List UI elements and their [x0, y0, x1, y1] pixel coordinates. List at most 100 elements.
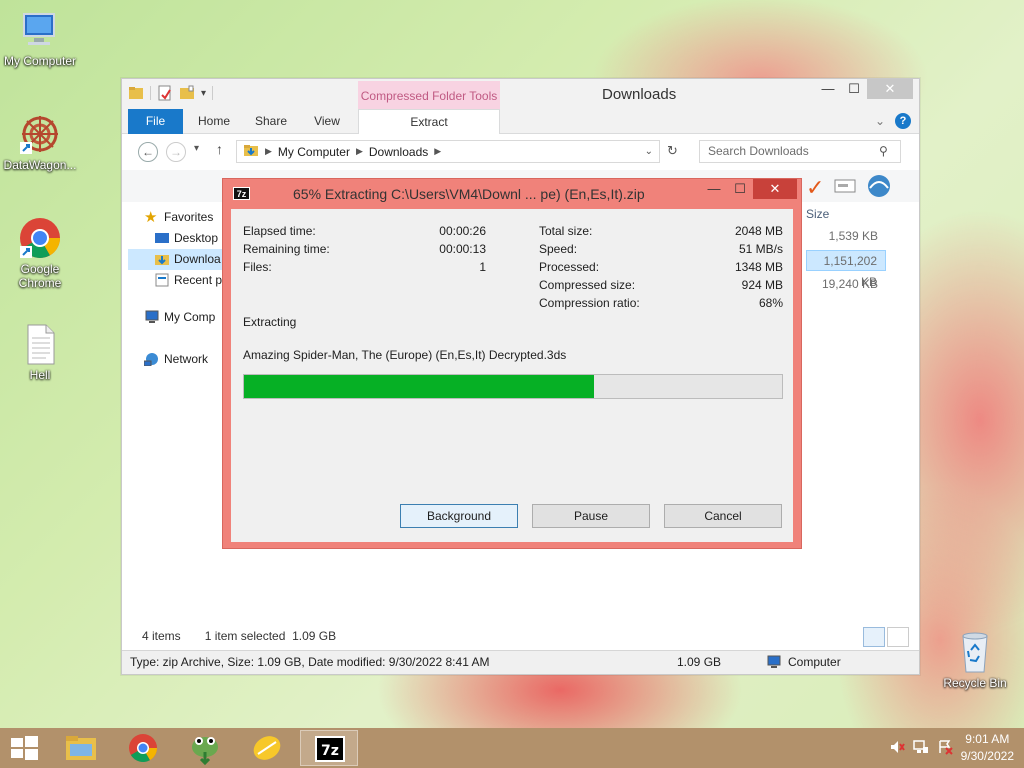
system-tray: 9:01 AM 9/30/2022	[889, 731, 1014, 765]
network-icon[interactable]	[912, 739, 929, 758]
properties-icon[interactable]	[157, 85, 173, 101]
tab-share[interactable]: Share	[246, 109, 296, 134]
address-row: ← → ▾ ↑ ▶ My Computer ▶ Downloads ▶ ⌄ ↻ …	[122, 134, 919, 170]
search-input[interactable]: Search Downloads	[699, 140, 901, 163]
details-bar: Type: zip Archive, Size: 1.09 GB, Date m…	[122, 650, 919, 674]
refresh-icon[interactable]: ↻	[667, 143, 678, 159]
minimize-button[interactable]: —	[701, 179, 727, 199]
speed-value: 51 MB/s	[738, 242, 783, 256]
window-title: Downloads	[602, 86, 677, 103]
background-button[interactable]: Background	[400, 504, 518, 528]
taskbar-frog-app[interactable]	[176, 730, 234, 766]
separator	[150, 86, 151, 100]
new-folder-icon[interactable]	[179, 85, 195, 101]
recent-locations-icon[interactable]: ▾	[194, 143, 199, 154]
folder-icon	[243, 143, 259, 160]
tab-view[interactable]: View	[304, 109, 350, 134]
clock-time: 9:01 AM	[965, 732, 1010, 746]
clock[interactable]: 9:01 AM 9/30/2022	[961, 731, 1014, 765]
taskbar-file-explorer[interactable]	[52, 730, 110, 766]
separator	[212, 86, 214, 100]
explorer-titlebar[interactable]: ▾ Compressed Folder Tools Downloads — ☐ …	[122, 79, 919, 109]
downloads-folder-icon	[154, 252, 170, 267]
size-column-header[interactable]: Size	[806, 207, 886, 223]
elapsed-time-label: Elapsed time:	[243, 224, 316, 238]
breadcrumb-downloads[interactable]: Downloads	[369, 145, 428, 159]
remaining-time-label: Remaining time:	[243, 242, 330, 256]
maximize-button[interactable]: ☐	[841, 79, 867, 99]
recycle-bin-icon	[953, 630, 997, 674]
processed-value: 1348 MB	[734, 260, 783, 274]
expand-ribbon-icon[interactable]: ⌄	[875, 114, 885, 128]
7zip-icon: 7z	[315, 736, 345, 762]
total-size-value: 2048 MB	[734, 224, 783, 238]
quick-access-toolbar: ▾	[128, 85, 214, 101]
breadcrumb-my-computer[interactable]: My Computer	[278, 145, 350, 159]
taskbar-lemon-app[interactable]	[238, 730, 296, 766]
chrome-icon	[18, 216, 62, 260]
close-button[interactable]: ✕	[753, 179, 797, 199]
tab-home[interactable]: Home	[190, 109, 238, 134]
file-size: 1.09 GB	[677, 655, 722, 669]
folder-icon[interactable]	[128, 85, 144, 101]
properties-shell-icon[interactable]	[866, 174, 892, 201]
rename-icon[interactable]	[834, 178, 856, 197]
clock-date: 9/30/2022	[960, 749, 1014, 763]
details-view-icon[interactable]	[863, 627, 885, 647]
taskbar-chrome[interactable]	[114, 730, 172, 766]
desktop-icon-recycle-bin[interactable]: Recycle Bin	[935, 630, 1015, 690]
address-bar[interactable]: ▶ My Computer ▶ Downloads ▶ ⌄	[236, 140, 660, 163]
speed-label: Speed:	[539, 242, 578, 256]
compression-ratio-value: 68%	[758, 296, 783, 310]
svg-text:7z: 7z	[321, 743, 339, 759]
customize-dropdown-icon[interactable]: ▾	[201, 88, 206, 99]
desktop-icon-hell[interactable]: Hell	[0, 322, 80, 382]
up-arrow-icon[interactable]: ↑	[216, 141, 223, 157]
checkmark-icon[interactable]: ✓	[806, 175, 824, 201]
start-button[interactable]	[0, 728, 48, 768]
large-icons-view-icon[interactable]	[887, 627, 909, 647]
dialog-titlebar[interactable]: 7z 65% Extracting C:\Users\VM4\Downl ...…	[223, 179, 801, 208]
compressed-size-value: 924 MB	[741, 278, 783, 292]
compressed-folder-tools-header: Compressed Folder Tools	[358, 81, 500, 109]
location-label: Computer	[788, 655, 841, 669]
dialog-body: Elapsed time: Remaining time: Files: 00:…	[231, 209, 793, 542]
7zip-logo-icon: 7z	[233, 187, 250, 200]
total-size-label: Total size:	[539, 224, 593, 238]
back-button[interactable]: ←	[138, 142, 158, 162]
nav-label: Desktop	[174, 231, 219, 245]
minimize-button[interactable]: —	[815, 79, 841, 99]
forward-button[interactable]: →	[166, 142, 186, 162]
close-button[interactable]: ✕	[867, 79, 913, 99]
files-value: 1	[479, 260, 486, 274]
pause-button[interactable]: Pause	[532, 504, 650, 528]
taskbar: 7z 9:01 AM 9/30/2022	[0, 728, 1024, 768]
extract-progress-dialog: 7z 65% Extracting C:\Users\VM4\Downl ...…	[222, 178, 802, 549]
nav-label: My Comp	[164, 310, 216, 324]
help-icon[interactable]: ?	[895, 113, 911, 129]
breadcrumb-separator-icon: ▶	[434, 146, 442, 156]
windows-logo-icon	[11, 736, 38, 760]
tab-extract[interactable]: Extract	[358, 109, 500, 134]
volume-muted-icon[interactable]	[889, 739, 905, 758]
size-cell: 1,151,202 KB	[806, 250, 886, 289]
chrome-icon	[129, 734, 157, 762]
address-dropdown-icon[interactable]: ⌄	[645, 146, 653, 157]
nav-label: Recent p	[174, 273, 223, 287]
cancel-button[interactable]: Cancel	[664, 504, 782, 528]
elapsed-time-value: 00:00:26	[439, 224, 486, 238]
operation-status: Extracting	[243, 315, 297, 329]
file-explorer-icon	[66, 736, 96, 760]
maximize-button[interactable]: ☐	[727, 179, 753, 199]
progress-bar	[243, 374, 783, 399]
ribbon-right: ⌄ ?	[875, 113, 911, 129]
desktop-icon-my-computer[interactable]: My Computer	[0, 8, 80, 68]
compressed-size-label: Compressed size:	[539, 278, 636, 292]
taskbar-7zip[interactable]: 7z	[300, 730, 358, 766]
search-icon[interactable]: ⚲	[879, 144, 888, 158]
tab-file[interactable]: File	[128, 109, 183, 134]
frog-download-icon	[192, 737, 218, 766]
desktop-icon-datawagon[interactable]: DataWagon...	[0, 112, 80, 172]
desktop-icon-google-chrome[interactable]: Google Chrome	[0, 216, 80, 290]
action-center-icon[interactable]	[937, 739, 953, 758]
